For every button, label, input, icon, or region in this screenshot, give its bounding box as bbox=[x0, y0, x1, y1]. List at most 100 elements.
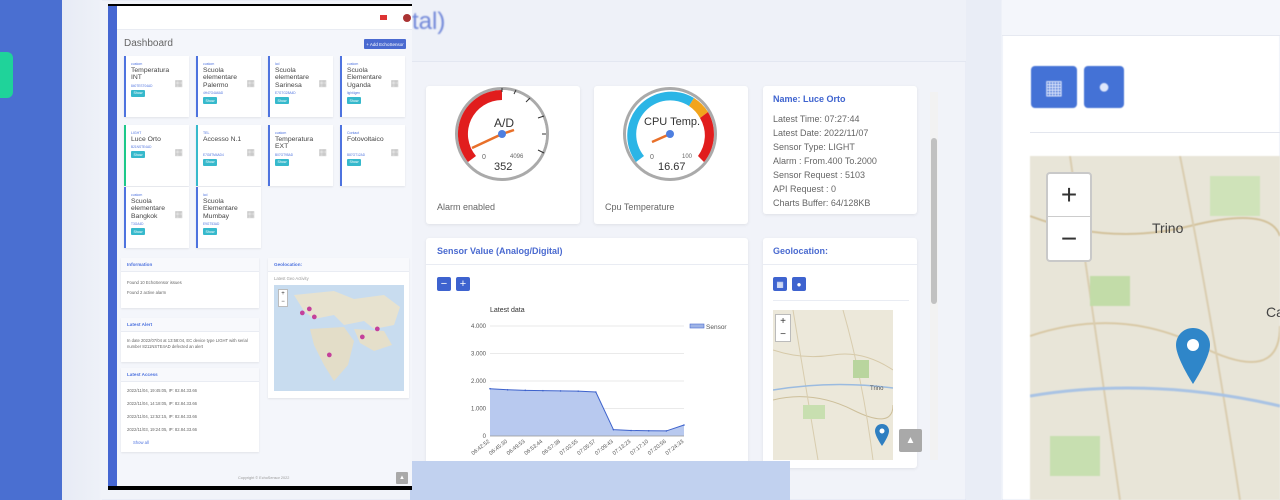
ad-gauge-min: 0 bbox=[482, 154, 486, 161]
chart-y-tick-label: 3.000 bbox=[471, 352, 487, 358]
device-type: lcd bbox=[203, 193, 208, 197]
device-card[interactable]: Contact Fotovoltaico B87GT12AD Show ▦ bbox=[340, 125, 405, 186]
ad-gauge bbox=[455, 87, 549, 181]
chart-point bbox=[559, 390, 562, 392]
latest-access-title: Latest Access bbox=[121, 368, 259, 382]
chart-point bbox=[665, 430, 668, 432]
cpu-gauge-min: 0 bbox=[650, 154, 654, 161]
zoom-out-button[interactable]: − bbox=[437, 277, 451, 291]
device-show-button[interactable]: Show bbox=[275, 158, 289, 166]
background-gap bbox=[62, 0, 102, 500]
chart-point bbox=[506, 389, 509, 391]
world-map[interactable]: + − ● ● ● ● ● ● bbox=[274, 285, 404, 391]
device-network-icon: ▦ bbox=[246, 147, 255, 157]
right-marker-view-button[interactable]: ● bbox=[1084, 66, 1124, 108]
right-map-zoom-in-button[interactable]: + bbox=[1048, 174, 1090, 217]
device-show-button[interactable]: Show bbox=[203, 158, 217, 166]
right-divider bbox=[1030, 132, 1280, 133]
right-map-view-button[interactable]: ▦ bbox=[1031, 66, 1077, 108]
geo-map-zoom[interactable]: + − bbox=[775, 314, 791, 342]
geo-map[interactable]: + − Trino bbox=[773, 310, 893, 460]
chart-x-tick-label: 06:42:52 bbox=[471, 439, 492, 457]
chart-x-tick-label: 07:20:56 bbox=[647, 439, 668, 457]
world-map-marker-icon[interactable]: ● bbox=[326, 349, 333, 361]
sensor-type: Sensor Type: LIGHT bbox=[773, 142, 855, 152]
chart-x-tick-label: 07:09:43 bbox=[594, 439, 615, 457]
world-map-tiles bbox=[294, 291, 400, 381]
chart-x-tick-label: 07:05:57 bbox=[576, 439, 597, 457]
device-show-button[interactable]: Show bbox=[131, 151, 145, 159]
device-card[interactable]: custom Scuola Elementare Uganda light4gen S… bbox=[340, 56, 405, 117]
chart-point bbox=[647, 429, 650, 432]
right-map-zoom-control[interactable]: + − bbox=[1046, 172, 1092, 262]
device-name: Scuola elementare Bangkok bbox=[131, 198, 166, 220]
device-type: custom bbox=[131, 62, 143, 66]
language-flag-icon[interactable] bbox=[380, 15, 387, 20]
device-show-button[interactable]: Show bbox=[203, 228, 217, 236]
sensor-name: Luce Orto bbox=[803, 94, 846, 104]
ad-gauge-max: 4096 bbox=[510, 154, 524, 160]
dashboard-title: Dashboard bbox=[124, 38, 173, 49]
background-sidebar-button bbox=[0, 52, 13, 98]
device-name: Luce Orto bbox=[131, 136, 161, 143]
chart-point bbox=[612, 428, 615, 431]
device-card[interactable]: custom Temperatura EXT B07GT95AD Show ▦ bbox=[268, 125, 333, 186]
chart-y-tick-label: 2.000 bbox=[471, 379, 487, 385]
device-show-button[interactable]: Show bbox=[347, 158, 361, 166]
device-show-button[interactable]: Show bbox=[131, 228, 145, 236]
world-map-marker-icon[interactable]: ● bbox=[359, 331, 366, 343]
background-page-title: tal) bbox=[412, 8, 446, 35]
device-type: custom bbox=[131, 193, 143, 197]
device-id: B87GT12AD bbox=[347, 152, 366, 157]
device-card[interactable]: custom Temperatura INT 840TEST04AD Show ▦ bbox=[124, 56, 189, 117]
device-show-button[interactable]: Show bbox=[347, 97, 361, 105]
front-scroll-top-button[interactable]: ▲ bbox=[396, 472, 408, 484]
device-card[interactable]: custom Scuola elementare Bangkok T3GA4D Sho… bbox=[124, 187, 189, 248]
device-id: E9GT53AD bbox=[203, 222, 220, 227]
marker-view-button[interactable]: ● bbox=[792, 277, 806, 291]
chart-point bbox=[489, 387, 491, 390]
world-map-zoom[interactable]: + − bbox=[278, 289, 288, 307]
back-scroll-top-button[interactable]: ▲ bbox=[899, 429, 922, 452]
geo-map-marker-icon[interactable] bbox=[875, 424, 889, 446]
chart-legend-label: Sensor bbox=[706, 324, 727, 331]
sensor-latest-time: Latest Time: 07:27:44 bbox=[773, 114, 860, 124]
world-map-marker-icon[interactable]: ● bbox=[374, 323, 381, 335]
right-map-marker-icon[interactable] bbox=[1176, 328, 1210, 384]
front-geolocation-title: Geolocation: bbox=[268, 258, 409, 272]
chart-x-tick-label: 07:02:55 bbox=[559, 439, 580, 457]
device-card[interactable]: lcd Scuola elementare Sarinesa E7GTG28A4D S… bbox=[268, 56, 333, 117]
device-name: Scuola Elementare Mumbay bbox=[203, 198, 238, 220]
device-show-button[interactable]: Show bbox=[275, 97, 289, 105]
zoom-in-button[interactable]: + bbox=[456, 277, 470, 291]
back-scrollbar-thumb[interactable] bbox=[931, 138, 937, 304]
add-echosensor-button[interactable]: + Add EchoSensor bbox=[364, 39, 406, 49]
information-line-issues: Found 10 EchoSensor issues bbox=[127, 280, 182, 285]
chart-x-tick-label: 07:24:33 bbox=[665, 439, 686, 457]
show-all-link[interactable]: Show all bbox=[133, 440, 149, 445]
chart-series-area bbox=[490, 388, 684, 436]
device-card[interactable]: lcd Scuola Elementare Mumbay E9GT53AD Show ▦ bbox=[196, 187, 261, 248]
chart-point bbox=[542, 389, 544, 392]
device-type: custom bbox=[347, 62, 359, 66]
dashboard-sidebar[interactable] bbox=[108, 6, 117, 486]
device-show-button[interactable]: Show bbox=[203, 97, 217, 105]
chart-point bbox=[630, 429, 632, 432]
map-view-button[interactable]: ▦ bbox=[773, 277, 787, 291]
world-map-marker-icon[interactable]: ● bbox=[299, 307, 306, 319]
background-divider-strip bbox=[966, 0, 1002, 500]
right-map-zoom-out-button[interactable]: − bbox=[1048, 217, 1090, 260]
device-name: Fotovoltaico bbox=[347, 136, 384, 143]
device-network-icon: ▦ bbox=[390, 78, 399, 88]
sensor-name-label: Name: bbox=[773, 94, 801, 104]
device-card[interactable]: TEL Accesso N.1 E7G8TM4AD4 Show ▦ bbox=[196, 125, 261, 186]
device-card[interactable]: custom Scuola elementare Palermo 4H47G4A6A… bbox=[196, 56, 261, 117]
latest-alert-title: Latest Alert bbox=[121, 318, 259, 332]
device-card[interactable]: LIGHT Luce Orto B21NSTE4AD Show ▦ bbox=[124, 125, 189, 186]
latest-access-row: 2022/11/03, 19:24:05, IP: 82.84.33.66 bbox=[127, 427, 198, 432]
device-show-button[interactable]: Show bbox=[131, 89, 145, 97]
user-avatar[interactable] bbox=[403, 14, 411, 22]
latest-access-row: 2022/11/04, 19:45:05, IP: 82.84.33.66 bbox=[127, 388, 198, 393]
world-map-marker-icon[interactable]: ● bbox=[311, 311, 318, 323]
device-network-icon: ▦ bbox=[246, 209, 255, 219]
